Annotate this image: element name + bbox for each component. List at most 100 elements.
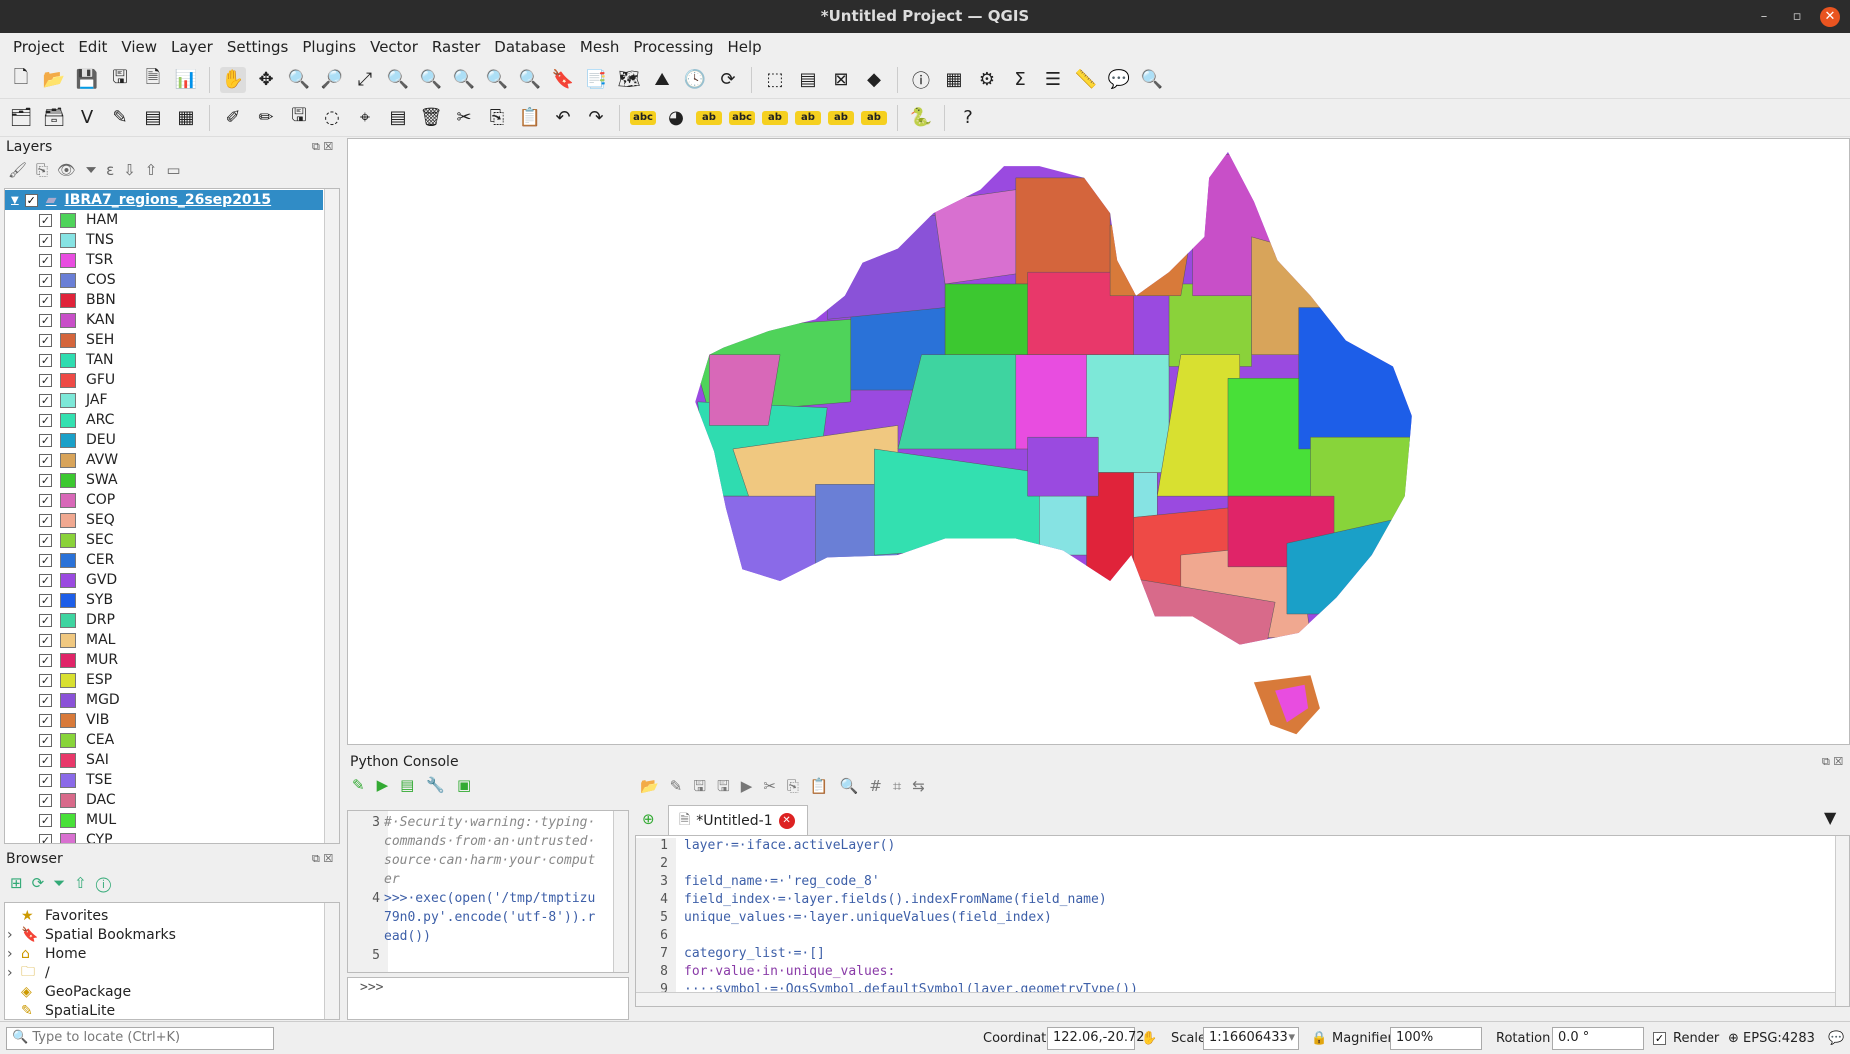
menu-processing[interactable]: Processing bbox=[626, 38, 720, 56]
new-project-icon[interactable]: 🗋 bbox=[8, 67, 34, 93]
layer-category-row[interactable]: ✓ CEA bbox=[5, 730, 323, 750]
category-checkbox[interactable]: ✓ bbox=[39, 593, 52, 607]
select-by-value-icon[interactable]: ▤ bbox=[795, 67, 821, 93]
menu-raster[interactable]: Raster bbox=[425, 38, 487, 56]
temporal-controller-icon[interactable]: 🕓 bbox=[682, 67, 708, 93]
save-as-icon[interactable]: 🖫 bbox=[107, 67, 133, 93]
console-output-scrollbar[interactable] bbox=[613, 811, 628, 972]
expand-arrow-icon[interactable]: › bbox=[7, 965, 13, 981]
category-checkbox[interactable]: ✓ bbox=[39, 393, 52, 407]
save-edits-icon[interactable]: 🖫 bbox=[286, 105, 312, 131]
console-float-close-buttons[interactable]: ⧉ ☒ bbox=[1822, 755, 1843, 769]
label-change-icon[interactable]: ab bbox=[828, 110, 854, 125]
add-virtual-icon[interactable]: ▦ bbox=[173, 105, 199, 131]
help-icon[interactable]: ? bbox=[955, 105, 981, 131]
print-layout-icon[interactable]: 🗎 bbox=[140, 67, 166, 93]
category-checkbox[interactable]: ✓ bbox=[39, 573, 52, 587]
close-icon[interactable]: ✕ bbox=[1820, 7, 1840, 27]
attribute-table-icon[interactable]: ▦ bbox=[941, 67, 967, 93]
coordinate-field[interactable]: 122.06,-20.72 bbox=[1047, 1027, 1145, 1050]
processing-toolbox-icon[interactable]: ⚙ bbox=[974, 67, 1000, 93]
category-checkbox[interactable]: ✓ bbox=[39, 773, 52, 787]
category-checkbox[interactable]: ✓ bbox=[39, 313, 52, 327]
zoom-to-layer-icon[interactable]: 🔍 bbox=[418, 67, 444, 93]
layer-category-row[interactable]: ✓ KAN bbox=[5, 310, 323, 330]
toggle-editing-icon[interactable]: ✏ bbox=[253, 105, 279, 131]
collapse-arrow-icon[interactable]: ▼ bbox=[11, 195, 19, 206]
zoom-in-icon[interactable]: 🔍 bbox=[286, 67, 312, 93]
delete-selected-icon[interactable]: 🗑 bbox=[418, 105, 444, 131]
zoom-to-selection-icon[interactable]: 🔍 bbox=[385, 67, 411, 93]
new-map-view-icon[interactable]: 🗺 bbox=[616, 67, 642, 93]
category-checkbox[interactable]: ✓ bbox=[39, 553, 52, 567]
category-checkbox[interactable]: ✓ bbox=[39, 213, 52, 227]
undo-icon[interactable]: ↶ bbox=[550, 105, 576, 131]
menu-layer[interactable]: Layer bbox=[164, 38, 220, 56]
layers-scrollbar[interactable] bbox=[324, 189, 339, 843]
crs-button[interactable]: ⊕ EPSG:4283 bbox=[1728, 1031, 1815, 1046]
editor-tab[interactable]: 🗎 *Untitled-1 ✕ bbox=[668, 805, 808, 835]
layer-category-row[interactable]: ✓ SAI bbox=[5, 750, 323, 770]
layer-category-row[interactable]: ✓ SEQ bbox=[5, 510, 323, 530]
map-tips-icon[interactable]: 💬 bbox=[1106, 67, 1132, 93]
layer-category-row[interactable]: ✓ COS bbox=[5, 270, 323, 290]
digitize-vector-icon[interactable]: V bbox=[74, 105, 100, 131]
render-checkbox[interactable]: ✓ bbox=[1653, 1032, 1666, 1045]
cut-icon[interactable]: ✂ bbox=[451, 105, 477, 131]
label-edit-icon[interactable]: ab bbox=[861, 110, 887, 125]
label-show-icon[interactable]: ab bbox=[762, 110, 788, 125]
layer-category-row[interactable]: ✓ CYP bbox=[5, 830, 323, 843]
statistics-icon[interactable]: Σ bbox=[1007, 67, 1033, 93]
layers-toolbar[interactable]: 🖌⎘👁⏷ε⇩⇧▭ bbox=[8, 161, 190, 179]
add-editor-tab-icon[interactable]: ⊕ bbox=[642, 810, 655, 828]
category-checkbox[interactable]: ✓ bbox=[39, 413, 52, 427]
edit-pencil-icon[interactable]: ✐ bbox=[220, 105, 246, 131]
copy-icon[interactable]: ⎘ bbox=[484, 105, 510, 131]
category-checkbox[interactable]: ✓ bbox=[39, 513, 52, 527]
layer-category-row[interactable]: ✓ GFU bbox=[5, 370, 323, 390]
label-pin-icon[interactable]: ab bbox=[696, 110, 722, 125]
category-checkbox[interactable]: ✓ bbox=[39, 833, 52, 843]
browser-item[interactable]: ✎ SpatiaLite bbox=[13, 1001, 115, 1019]
menu-edit[interactable]: Edit bbox=[71, 38, 114, 56]
identify-icon[interactable]: ⓘ bbox=[908, 67, 934, 93]
category-checkbox[interactable]: ✓ bbox=[39, 693, 52, 707]
measure-icon[interactable]: 📏 bbox=[1073, 67, 1099, 93]
minimize-icon[interactable]: – bbox=[1754, 7, 1774, 27]
locator-search-input[interactable]: 🔍 Type to locate (Ctrl+K) bbox=[6, 1027, 274, 1050]
layer-category-row[interactable]: ✓ DRP bbox=[5, 610, 323, 630]
browser-item[interactable]: ★ Favorites bbox=[13, 906, 108, 925]
category-checkbox[interactable]: ✓ bbox=[39, 533, 52, 547]
category-checkbox[interactable]: ✓ bbox=[39, 813, 52, 827]
messages-icon[interactable]: 💬 bbox=[1828, 1031, 1844, 1046]
open-project-icon[interactable]: 📂 bbox=[41, 67, 67, 93]
category-checkbox[interactable]: ✓ bbox=[39, 753, 52, 767]
category-checkbox[interactable]: ✓ bbox=[39, 473, 52, 487]
layer-category-row[interactable]: ✓ MGD bbox=[5, 690, 323, 710]
category-checkbox[interactable]: ✓ bbox=[39, 353, 52, 367]
select-by-location-icon[interactable]: ◆ bbox=[861, 67, 887, 93]
refresh-icon[interactable]: ⟳ bbox=[715, 67, 741, 93]
category-checkbox[interactable]: ✓ bbox=[39, 273, 52, 287]
zoom-last-icon[interactable]: 🔍 bbox=[484, 67, 510, 93]
category-checkbox[interactable]: ✓ bbox=[39, 633, 52, 647]
category-checkbox[interactable]: ✓ bbox=[39, 293, 52, 307]
zoom-next-icon[interactable]: 🔍 bbox=[517, 67, 543, 93]
zoom-native-icon[interactable]: 🔍 bbox=[451, 67, 477, 93]
category-checkbox[interactable]: ✓ bbox=[39, 613, 52, 627]
editor-toolbar[interactable]: 📂✎🖫🖫▶✂⎘📋🔍#⌗⇆ bbox=[640, 776, 936, 801]
expand-arrow-icon[interactable]: › bbox=[7, 946, 13, 962]
category-checkbox[interactable]: ✓ bbox=[39, 453, 52, 467]
menu-view[interactable]: View bbox=[114, 38, 164, 56]
new-shapefile-icon[interactable]: ✎ bbox=[107, 105, 133, 131]
layer-category-row[interactable]: ✓ SWA bbox=[5, 470, 323, 490]
menu-help[interactable]: Help bbox=[720, 38, 768, 56]
python-console-icon[interactable]: 🐍 bbox=[908, 105, 934, 131]
lock-scale-icon[interactable]: 🔒 bbox=[1311, 1031, 1327, 1046]
browser-float-close-buttons[interactable]: ⧉ ☒ bbox=[312, 852, 333, 866]
restore-icon[interactable]: ▫ bbox=[1787, 7, 1807, 27]
menu-vector[interactable]: Vector bbox=[363, 38, 425, 56]
console-toolbar[interactable]: ✎▶▤🔧▣ bbox=[352, 776, 483, 794]
expand-arrow-icon[interactable]: › bbox=[7, 927, 13, 943]
select-features-icon[interactable]: ⬚ bbox=[762, 67, 788, 93]
